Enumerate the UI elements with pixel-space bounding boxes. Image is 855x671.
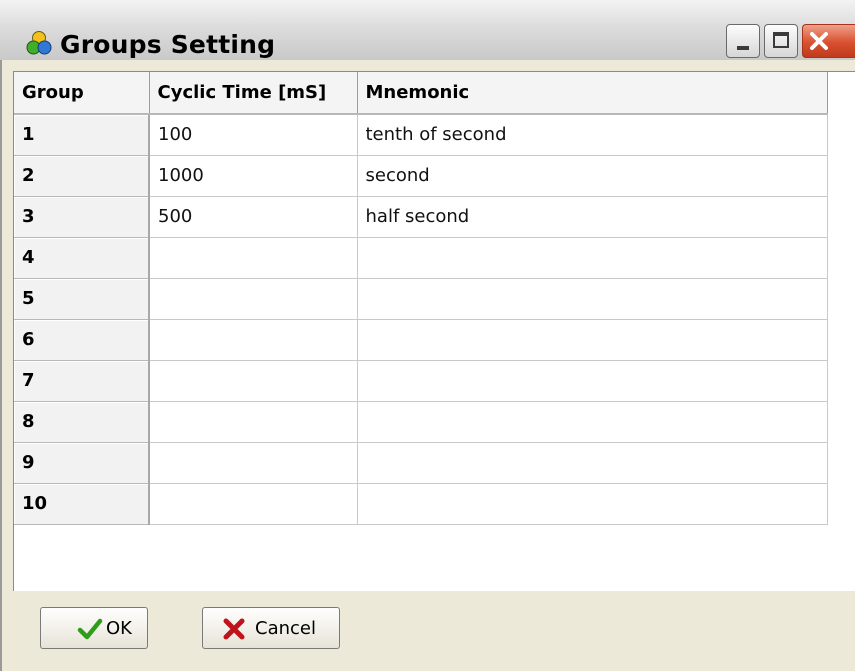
table-row: 9 — [14, 442, 828, 484]
groups-grid[interactable]: Group Cyclic Time [mS] Mnemonic 1 100 te… — [13, 71, 855, 591]
row-header[interactable]: 8 — [14, 401, 150, 443]
mnemonic-cell[interactable] — [357, 237, 828, 279]
table-row: 4 — [14, 237, 828, 279]
minimize-button[interactable] — [726, 24, 760, 58]
checkmark-icon — [77, 618, 103, 640]
cyclic-time-cell[interactable] — [149, 483, 358, 525]
groups-table: Group Cyclic Time [mS] Mnemonic 1 100 te… — [14, 72, 828, 525]
row-header[interactable]: 4 — [14, 237, 150, 279]
x-cross-icon — [223, 618, 245, 640]
table-row: 5 — [14, 278, 828, 320]
table-row: 6 — [14, 319, 828, 361]
mnemonic-cell[interactable] — [357, 278, 828, 320]
mnemonic-cell[interactable] — [357, 401, 828, 443]
table-row: 1 100 tenth of second — [14, 114, 828, 156]
column-header-cyclic-time[interactable]: Cyclic Time [mS] — [149, 72, 358, 115]
minimize-icon — [737, 46, 749, 50]
title-bar[interactable]: Groups Setting — [0, 0, 855, 61]
ok-button-label: OK — [106, 618, 132, 639]
row-header[interactable]: 7 — [14, 360, 150, 402]
cyclic-time-cell[interactable] — [149, 401, 358, 443]
row-header[interactable]: 10 — [14, 483, 150, 525]
groups-icon — [26, 31, 52, 55]
column-header-group[interactable]: Group — [14, 72, 150, 115]
column-header-mnemonic[interactable]: Mnemonic — [357, 72, 828, 115]
cyclic-time-cell[interactable] — [149, 319, 358, 361]
close-icon — [810, 32, 828, 50]
table-row: 8 — [14, 401, 828, 443]
mnemonic-cell[interactable]: tenth of second — [357, 114, 828, 156]
cyclic-time-cell[interactable] — [149, 278, 358, 320]
cyclic-time-cell[interactable] — [149, 360, 358, 402]
ok-button[interactable]: OK — [40, 607, 148, 649]
mnemonic-cell[interactable]: half second — [357, 196, 828, 238]
groups-setting-dialog: Groups Setting Group Cyclic Time [mS] Mn… — [0, 0, 855, 671]
cyclic-time-cell[interactable]: 100 — [149, 114, 358, 156]
mnemonic-cell[interactable] — [357, 442, 828, 484]
mnemonic-cell[interactable]: second — [357, 155, 828, 197]
row-header[interactable]: 6 — [14, 319, 150, 361]
window-title: Groups Setting — [60, 30, 276, 59]
cyclic-time-cell[interactable] — [149, 237, 358, 279]
mnemonic-cell[interactable] — [357, 319, 828, 361]
row-header[interactable]: 5 — [14, 278, 150, 320]
row-header[interactable]: 9 — [14, 442, 150, 484]
table-row: 10 — [14, 483, 828, 525]
row-header[interactable]: 2 — [14, 155, 150, 197]
cyclic-time-cell[interactable]: 500 — [149, 196, 358, 238]
maximize-icon — [773, 32, 789, 48]
cyclic-time-cell[interactable] — [149, 442, 358, 484]
cancel-button[interactable]: Cancel — [202, 607, 340, 649]
row-header[interactable]: 1 — [14, 114, 150, 156]
mnemonic-cell[interactable] — [357, 360, 828, 402]
close-button[interactable] — [802, 24, 855, 58]
mnemonic-cell[interactable] — [357, 483, 828, 525]
maximize-button[interactable] — [764, 24, 798, 58]
header-row: Group Cyclic Time [mS] Mnemonic — [14, 72, 828, 115]
cyclic-time-cell[interactable]: 1000 — [149, 155, 358, 197]
row-header[interactable]: 3 — [14, 196, 150, 238]
table-row: 3 500 half second — [14, 196, 828, 238]
table-row: 7 — [14, 360, 828, 402]
cancel-button-label: Cancel — [255, 618, 316, 639]
table-row: 2 1000 second — [14, 155, 828, 197]
